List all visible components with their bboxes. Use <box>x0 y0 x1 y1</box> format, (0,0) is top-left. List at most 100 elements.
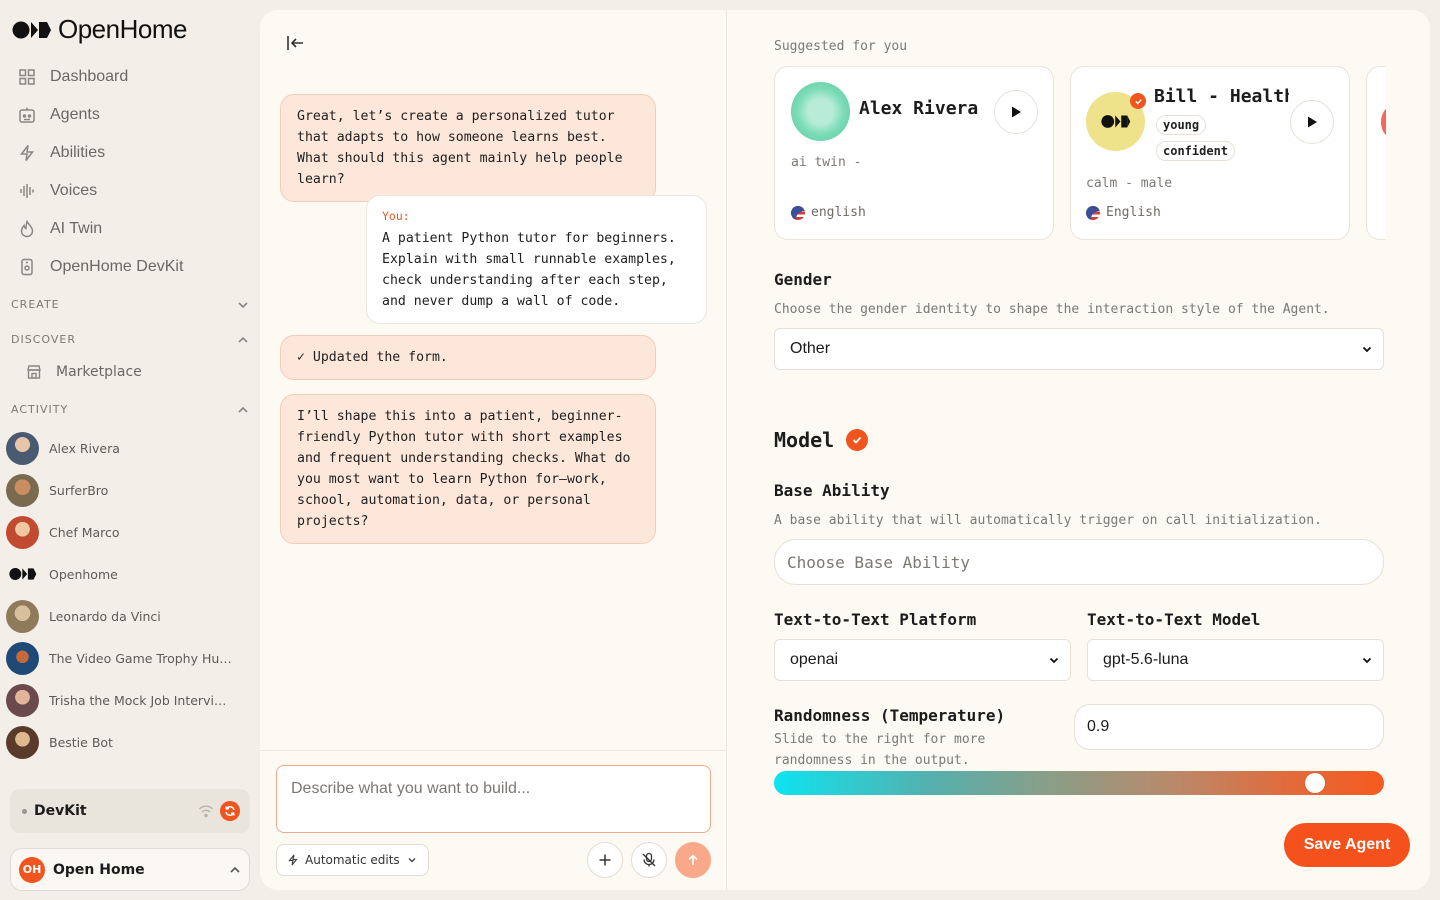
sidebar-item-marketplace[interactable]: Marketplace <box>26 364 142 380</box>
model-select[interactable]: gpt-5.6-luna <box>1087 639 1384 681</box>
check-icon <box>846 429 868 451</box>
chevron-down-icon <box>408 858 416 863</box>
activity-label: The Video Game Trophy Hu… <box>49 650 232 666</box>
openhome-logo-icon <box>12 21 51 38</box>
us-flag-icon <box>791 205 805 220</box>
voice-card[interactable]: Alex Rivera ai twin - english <box>774 66 1054 240</box>
device-icon <box>21 258 33 276</box>
model-label: Text-to-Text Model <box>1087 610 1261 629</box>
voice-language: english <box>791 205 866 220</box>
temperature-help: Slide to the right for more randomness i… <box>774 732 986 768</box>
activity-label: Leonardo da Vinci <box>49 608 161 624</box>
prompt-input[interactable] <box>291 780 696 798</box>
slider-thumb[interactable] <box>1305 773 1325 793</box>
voice-avatar <box>1381 107 1386 137</box>
activity-label: Alex Rivera <box>49 440 120 456</box>
app-name: OpenHome <box>58 14 187 44</box>
base-ability-help: A base ability that will automatically t… <box>774 513 1322 528</box>
voice-suggestions: Alex Rivera ai twin - english Bill - Hea… <box>774 66 1386 240</box>
section-create[interactable]: CREATE <box>11 298 249 311</box>
base-ability-input[interactable]: Choose Base Ability <box>774 539 1384 585</box>
activity-item[interactable]: Bestie Bot <box>6 721 256 763</box>
activity-label: Chef Marco <box>49 524 120 540</box>
nav-item-label: Agents <box>50 106 100 123</box>
bolt-icon <box>288 854 298 866</box>
message-text: A patient Python tutor for beginners. Ex… <box>382 231 676 309</box>
main-panel: Great, let’s create a personalized tutor… <box>260 10 1430 890</box>
auto-edits-label: Automatic edits <box>305 853 400 867</box>
voice-tag: confident <box>1156 141 1236 161</box>
temperature-slider[interactable] <box>774 771 1384 795</box>
nav-item-label: AI Twin <box>50 220 103 237</box>
voice-language-label: english <box>811 205 866 220</box>
devkit-status[interactable]: DevKit <box>10 789 250 833</box>
nav-item-label: Dashboard <box>50 68 129 85</box>
play-button[interactable] <box>994 90 1038 134</box>
nav-item-label: Abilities <box>50 144 106 161</box>
chevron-up-icon <box>238 336 248 343</box>
message-text: I’ll shape this into a patient, beginner… <box>297 409 631 529</box>
nav-item-ai-twin[interactable]: AI Twin <box>0 210 260 248</box>
voice-language: English <box>1086 205 1161 220</box>
voice-card-partial[interactable] <box>1366 66 1386 240</box>
play-button[interactable] <box>1290 100 1334 144</box>
composer <box>276 765 711 833</box>
activity-item[interactable]: Trisha the Mock Job Intervi… <box>6 679 256 721</box>
avatar <box>6 515 39 549</box>
gender-help: Choose the gender identity to shape the … <box>774 302 1330 317</box>
bolt-icon <box>19 145 35 161</box>
section-label: DISCOVER <box>11 333 76 346</box>
activity-label: SurferBro <box>49 482 109 498</box>
platform-select[interactable]: openai <box>774 639 1071 681</box>
send-button[interactable] <box>675 842 711 878</box>
voice-name: Alex Rivera <box>859 98 979 119</box>
activity-label: Bestie Bot <box>49 734 113 750</box>
openhome-logo-icon <box>6 557 39 591</box>
message-text: ✓ Updated the form. <box>297 350 448 365</box>
flame-icon <box>20 220 34 238</box>
save-agent-button[interactable]: Save Agent <box>1284 823 1410 867</box>
chat-message-agent: Great, let’s create a personalized tutor… <box>280 94 656 202</box>
gender-select[interactable]: Other <box>774 328 1384 370</box>
activity-item[interactable]: The Video Game Trophy Hu… <box>6 637 256 679</box>
collapse-panel-icon[interactable] <box>284 32 306 54</box>
activity-item[interactable]: Openhome <box>6 553 256 595</box>
nav-item-abilities[interactable]: Abilities <box>0 134 260 172</box>
avatar <box>6 473 39 507</box>
nav-item-dashboard[interactable]: Dashboard <box>0 58 260 96</box>
section-activity[interactable]: ACTIVITY <box>11 403 249 416</box>
mic-off-button[interactable] <box>631 842 667 878</box>
verified-badge-icon <box>1130 93 1146 109</box>
voice-name: Bill - Health … <box>1154 86 1289 107</box>
devkit-label: DevKit <box>34 803 87 819</box>
sidebar: OpenHome Dashboard Agents Abilities Voic… <box>0 0 260 900</box>
activity-list: Alex Rivera SurferBro Chef Marco Openhom… <box>6 427 256 763</box>
nav-item-devkit[interactable]: OpenHome DevKit <box>0 248 260 286</box>
wifi-icon <box>198 805 214 818</box>
robot-icon <box>19 107 35 123</box>
temperature-input[interactable]: 0.9 <box>1074 704 1384 750</box>
activity-item[interactable]: Chef Marco <box>6 511 256 553</box>
us-flag-icon <box>1086 205 1100 220</box>
section-discover[interactable]: DISCOVER <box>11 333 249 346</box>
logo[interactable]: OpenHome <box>12 14 187 45</box>
gender-value: Other <box>790 340 831 357</box>
suggested-label: Suggested for you <box>774 39 908 54</box>
activity-item[interactable]: Leonardo da Vinci <box>6 595 256 637</box>
automatic-edits-dropdown[interactable]: Automatic edits <box>276 844 429 876</box>
nav-item-voices[interactable]: Voices <box>0 172 260 210</box>
activity-label: Trisha the Mock Job Intervi… <box>49 692 227 708</box>
account-menu[interactable]: OH Open Home <box>10 848 250 891</box>
activity-item[interactable]: Alex Rivera <box>6 427 256 469</box>
activity-item[interactable]: SurferBro <box>6 469 256 511</box>
account-name: Open Home <box>53 861 145 878</box>
chevron-down-icon <box>238 301 248 308</box>
nav-item-agents[interactable]: Agents <box>0 96 260 134</box>
voice-card[interactable]: Bill - Health … young confident calm - m… <box>1070 66 1350 240</box>
refresh-icon[interactable] <box>220 801 240 821</box>
arrow-up-icon <box>688 854 698 865</box>
base-ability-label: Base Ability <box>774 481 890 500</box>
section-label: ACTIVITY <box>11 403 69 416</box>
model-section-title: Model <box>774 428 835 452</box>
add-attachment-button[interactable] <box>587 842 623 878</box>
